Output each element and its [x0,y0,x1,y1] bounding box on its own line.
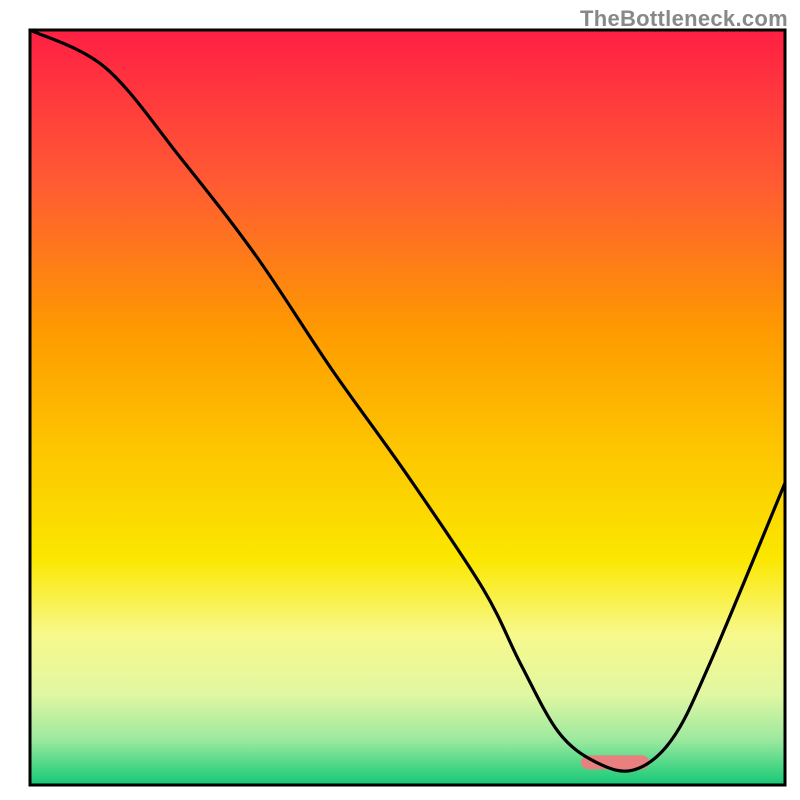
chart-container: TheBottleneck.com [0,0,800,800]
gradient-background [30,30,785,785]
watermark-label: TheBottleneck.com [580,6,788,32]
bottleneck-chart [0,0,800,800]
